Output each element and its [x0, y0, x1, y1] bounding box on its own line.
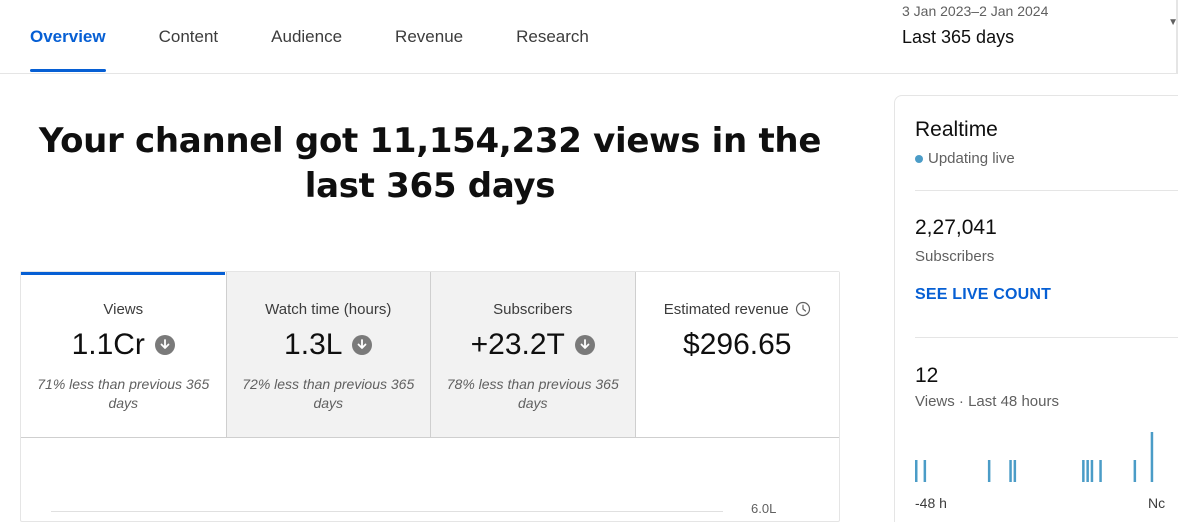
chart-y-tick: 6.0L [751, 501, 777, 516]
metric-estimated-revenue[interactable]: Estimated revenue $296.65 [634, 272, 840, 438]
subscriber-count: 2,27,041 [915, 216, 997, 239]
divider [915, 337, 1178, 338]
sparkline-bar [1009, 460, 1012, 482]
tab-audience[interactable]: Audience [271, 0, 342, 74]
realtime-title: Realtime [915, 118, 998, 141]
realtime-panel: Realtime Updating live 2,27,041 Subscrib… [894, 95, 1178, 522]
sparkline-bar [1090, 460, 1094, 482]
metric-value: 1.1Cr [71, 328, 145, 361]
metric-tabs: Views 1.1Cr 71% less than previous 365 d… [21, 272, 839, 438]
tab-research[interactable]: Research [516, 0, 589, 74]
sparkline-bar [1133, 460, 1137, 482]
metric-subscribers[interactable]: Subscribers +23.2T 78% less than previou… [430, 272, 635, 438]
realtime-views-sparkline [915, 432, 1154, 482]
metric-value: 1.3L [284, 328, 343, 361]
sparkline-bar [1086, 460, 1089, 482]
sparkline-start-label: -48 h [915, 495, 947, 511]
clock-icon [795, 301, 811, 321]
metric-value-row: $296.65 [636, 328, 840, 362]
metric-value-row: 1.3L [227, 328, 431, 362]
metric-views[interactable]: Views 1.1Cr 71% less than previous 365 d… [21, 272, 226, 438]
metrics-card: Views 1.1Cr 71% less than previous 365 d… [20, 271, 840, 522]
main-overview: Your channel got 11,154,232 views in the… [0, 75, 872, 522]
period-text: Last 365 days [902, 27, 1015, 47]
metric-label-row: Estimated revenue [636, 301, 840, 321]
see-live-count-link[interactable]: SEE LIVE COUNT [915, 286, 1051, 304]
sparkline-end-label: Nc [1148, 495, 1166, 511]
sparkline-bar [1150, 432, 1154, 482]
page-headline: Your channel got 11,154,232 views in the… [38, 121, 822, 206]
metric-comparison: 72% less than previous 365 days [242, 376, 415, 411]
subscriber-label: Subscribers [915, 248, 995, 265]
sparkline-bar [923, 460, 927, 482]
tab-content[interactable]: Content [159, 0, 219, 74]
sparkline-bar [987, 460, 991, 482]
metric-value-row: +23.2T [431, 328, 635, 362]
live-dot-icon [915, 154, 923, 163]
metric-label: Views [103, 301, 144, 318]
tab-overview[interactable]: Overview [30, 0, 106, 74]
date-range-selector[interactable]: 3 Jan 2023–2 Jan 2024 Last 365 days ▼ [902, 0, 1178, 74]
date-range-text: 3 Jan 2023–2 Jan 2024 [902, 3, 1049, 19]
realtime-status: Updating live [915, 150, 1015, 167]
chart-gridline [51, 511, 723, 512]
tab-revenue[interactable]: Revenue [395, 0, 463, 74]
metric-value: $296.65 [683, 328, 792, 361]
metric-comparison: 78% less than previous 365 days [446, 376, 619, 411]
metric-value-row: 1.1Cr [21, 328, 226, 362]
sparkline-bar [1013, 460, 1017, 482]
realtime-status-text: Updating live [928, 150, 1015, 167]
metric-comparison: 71% less than previous 365 days [37, 376, 210, 411]
sparkline-bar [1082, 460, 1085, 482]
sparkline-bar [915, 460, 918, 482]
sparkline-bar [1099, 460, 1102, 482]
arrow-down-icon [574, 335, 595, 355]
metric-value: +23.2T [470, 328, 565, 361]
arrow-down-icon [352, 335, 373, 355]
views-chart: 6.0L [21, 438, 839, 522]
metric-label: Subscribers [493, 301, 573, 318]
realtime-views-label: Views · Last 48 hours [915, 393, 1059, 410]
divider [915, 190, 1178, 191]
metric-label: Estimated revenue [663, 301, 789, 318]
top-navigation: Overview Content Audience Revenue Resear… [0, 0, 1178, 74]
metric-watch-time[interactable]: Watch time (hours) 1.3L 72% less than pr… [225, 272, 431, 438]
realtime-views-count: 12 [915, 364, 939, 387]
arrow-down-icon [154, 335, 175, 355]
metric-label: Watch time (hours) [265, 301, 392, 318]
analytics-tabs: Overview Content Audience Revenue Resear… [30, 0, 642, 74]
